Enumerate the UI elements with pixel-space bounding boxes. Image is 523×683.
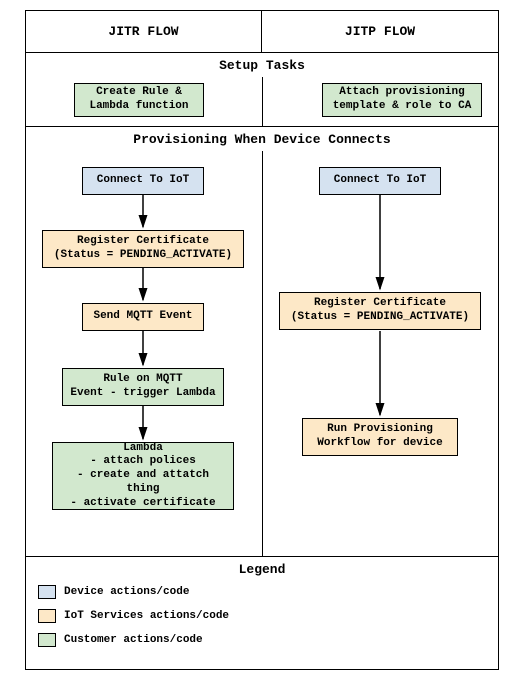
legend-swatch-device	[38, 585, 56, 599]
setup-title: Setup Tasks	[26, 53, 498, 76]
diagram-frame: JITR FLOW JITP FLOW Setup Tasks Create R…	[25, 10, 499, 670]
legend-swatch-iot	[38, 609, 56, 623]
legend-section: Legend Device actions/code IoT Services …	[26, 557, 498, 580]
header-jitp: JITP FLOW	[262, 11, 498, 52]
setup-jitr-box: Create Rule & Lambda function	[74, 83, 204, 117]
legend-title: Legend	[26, 557, 498, 580]
jitp-run-box: Run Provisioning Workflow for device	[302, 418, 458, 456]
jitp-connect-box: Connect To IoT	[319, 167, 441, 195]
legend-label-customer: Customer actions/code	[64, 634, 203, 646]
jitr-lambda-box: Lambda - attach polices - create and att…	[52, 442, 234, 510]
header-jitr: JITR FLOW	[26, 11, 262, 52]
jitr-mqtt-box: Send MQTT Event	[82, 303, 204, 331]
header-row: JITR FLOW JITP FLOW	[26, 11, 498, 53]
provisioning-section: Provisioning When Device Connects	[26, 127, 498, 557]
legend-swatch-customer	[38, 633, 56, 647]
jitr-connect-box: Connect To IoT	[82, 167, 204, 195]
jitr-rule-box: Rule on MQTT Event - trigger Lambda	[62, 368, 224, 406]
setup-section: Setup Tasks Create Rule & Lambda functio…	[26, 53, 498, 127]
legend-label-device: Device actions/code	[64, 586, 189, 598]
provisioning-title: Provisioning When Device Connects	[26, 127, 498, 150]
jitp-register-box: Register Certificate (Status = PENDING_A…	[279, 292, 481, 330]
legend-label-iot: IoT Services actions/code	[64, 610, 229, 622]
jitr-register-box: Register Certificate (Status = PENDING_A…	[42, 230, 244, 268]
divider-provisioning	[262, 151, 263, 556]
divider-setup	[262, 77, 263, 126]
setup-jitp-box: Attach provisioning template & role to C…	[322, 83, 482, 117]
